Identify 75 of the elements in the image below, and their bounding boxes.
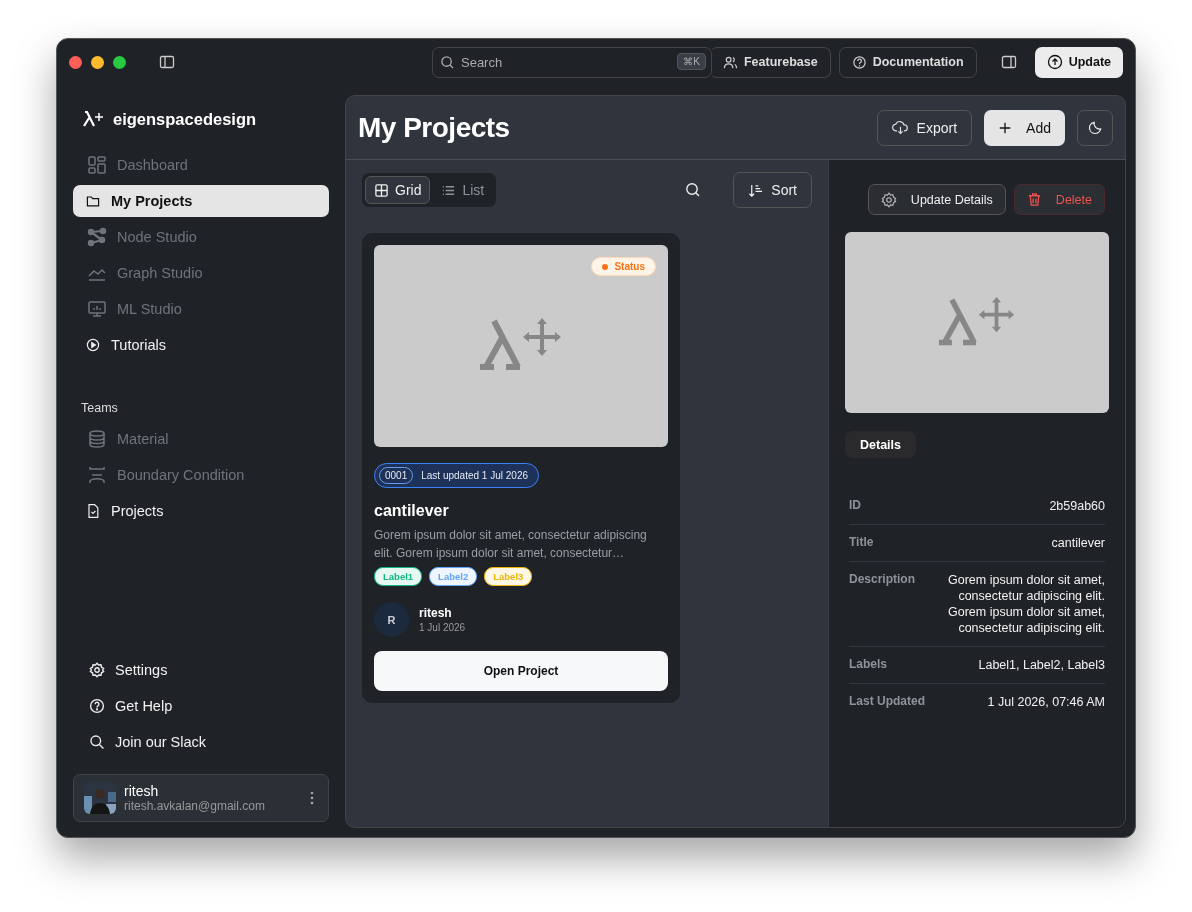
users-icon — [723, 54, 738, 70]
project-description: Gorem ipsum dolor sit amet, consectetur adipiscing elit. Gorem ipsum dolor sit amet, consectetur… — [374, 527, 648, 562]
project-title: cantilever — [374, 502, 450, 520]
nav-item[interactable]: Settings — [73, 654, 329, 686]
field-value: cantilever — [1051, 535, 1105, 551]
trash-icon — [1026, 192, 1042, 207]
status-badge: Status — [591, 257, 656, 276]
update-button[interactable]: Update — [1034, 46, 1123, 78]
cloud-download-icon — [891, 119, 909, 136]
view-tab[interactable]: Grid — [365, 176, 431, 204]
field-label: Labels — [849, 657, 887, 671]
plus-icon — [998, 120, 1013, 135]
user-name: ritesh — [124, 783, 160, 799]
field-label: Description — [849, 572, 915, 586]
nav-item[interactable]: Get Help — [73, 690, 329, 722]
avatar: R — [374, 602, 409, 637]
user-email: ritesh.avkalan@gmail.com — [124, 799, 266, 813]
delete-button[interactable]: Delete — [1013, 184, 1105, 215]
database-icon — [87, 429, 107, 449]
details-tab[interactable]: Details — [845, 431, 916, 458]
field-value: 2b59ab60 — [1049, 498, 1105, 514]
maximize-window-button[interactable] — [113, 55, 126, 69]
shortcut-hint: ⌘K — [677, 52, 706, 70]
toolbar-button[interactable]: Documentation — [838, 46, 977, 78]
last-updated: Last updated 1 Jul 2026 — [421, 470, 528, 481]
nav-item[interactable]: Join our Slack — [73, 726, 329, 758]
author-date: 1 Jul 2026 — [419, 622, 467, 633]
section-heading: Teams — [80, 401, 119, 415]
nav-item[interactable]: Tutorials — [73, 329, 329, 361]
grid-icon — [374, 182, 389, 198]
field-label: Title — [849, 535, 874, 549]
logo-icon — [81, 110, 105, 128]
sidebar-toggle-icon[interactable] — [159, 54, 175, 70]
close-window-button[interactable] — [69, 55, 82, 69]
more-icon[interactable] — [310, 791, 314, 805]
nav-item[interactable]: My Projects — [73, 185, 329, 217]
field-value: 1 Jul 2026, 07:46 AM — [987, 694, 1105, 710]
author-name: ritesh — [419, 606, 453, 620]
field-label: Last Updated — [849, 694, 925, 708]
monitor-icon — [87, 299, 107, 319]
help-icon — [89, 698, 105, 714]
user-card[interactable]: ritesh ritesh.avkalan@gmail.com — [73, 774, 329, 822]
label-tag: Label1 — [374, 567, 423, 586]
upload-icon — [1046, 54, 1063, 70]
search-icon[interactable] — [685, 182, 702, 198]
search-icon — [89, 734, 105, 750]
help-icon — [851, 54, 867, 70]
boundary-icon — [87, 465, 107, 485]
file-icon — [85, 503, 101, 519]
field-label: ID — [849, 498, 861, 512]
export-button[interactable]: Export — [876, 109, 973, 146]
moon-icon — [1087, 120, 1103, 135]
nav-item[interactable]: Projects — [73, 495, 329, 527]
panel-toggle-icon[interactable] — [1000, 54, 1017, 70]
search-icon — [440, 54, 455, 70]
label-tag: Label2 — [429, 567, 478, 586]
folder-icon — [85, 193, 101, 209]
settings-icon — [89, 662, 105, 678]
minimize-window-button[interactable] — [91, 55, 104, 69]
label-tag: Label3 — [484, 567, 533, 586]
field-value: Gorem ipsum dolor sit amet, consectetur adipiscing elit. Gorem ipsum dolor sit amet, consectetur adipiscing elit. — [947, 572, 1105, 636]
nodes-icon — [87, 227, 107, 247]
theme-toggle-button[interactable] — [1077, 109, 1113, 146]
update-details-button[interactable]: Update Details — [867, 184, 1006, 215]
sort-button[interactable]: Sort — [733, 172, 812, 208]
settings-icon — [880, 191, 897, 208]
page-title: My Projects — [358, 111, 510, 144]
view-tab[interactable]: List — [432, 176, 494, 204]
grid-icon — [87, 155, 107, 175]
sort-icon — [748, 182, 764, 198]
brand-name: eigenspacedesign — [113, 109, 257, 129]
add-button[interactable]: Add — [984, 109, 1065, 146]
play-icon — [85, 337, 101, 353]
field-value: Label1, Label2, Label3 — [978, 657, 1105, 673]
open-project-button[interactable]: Open Project — [374, 651, 668, 691]
